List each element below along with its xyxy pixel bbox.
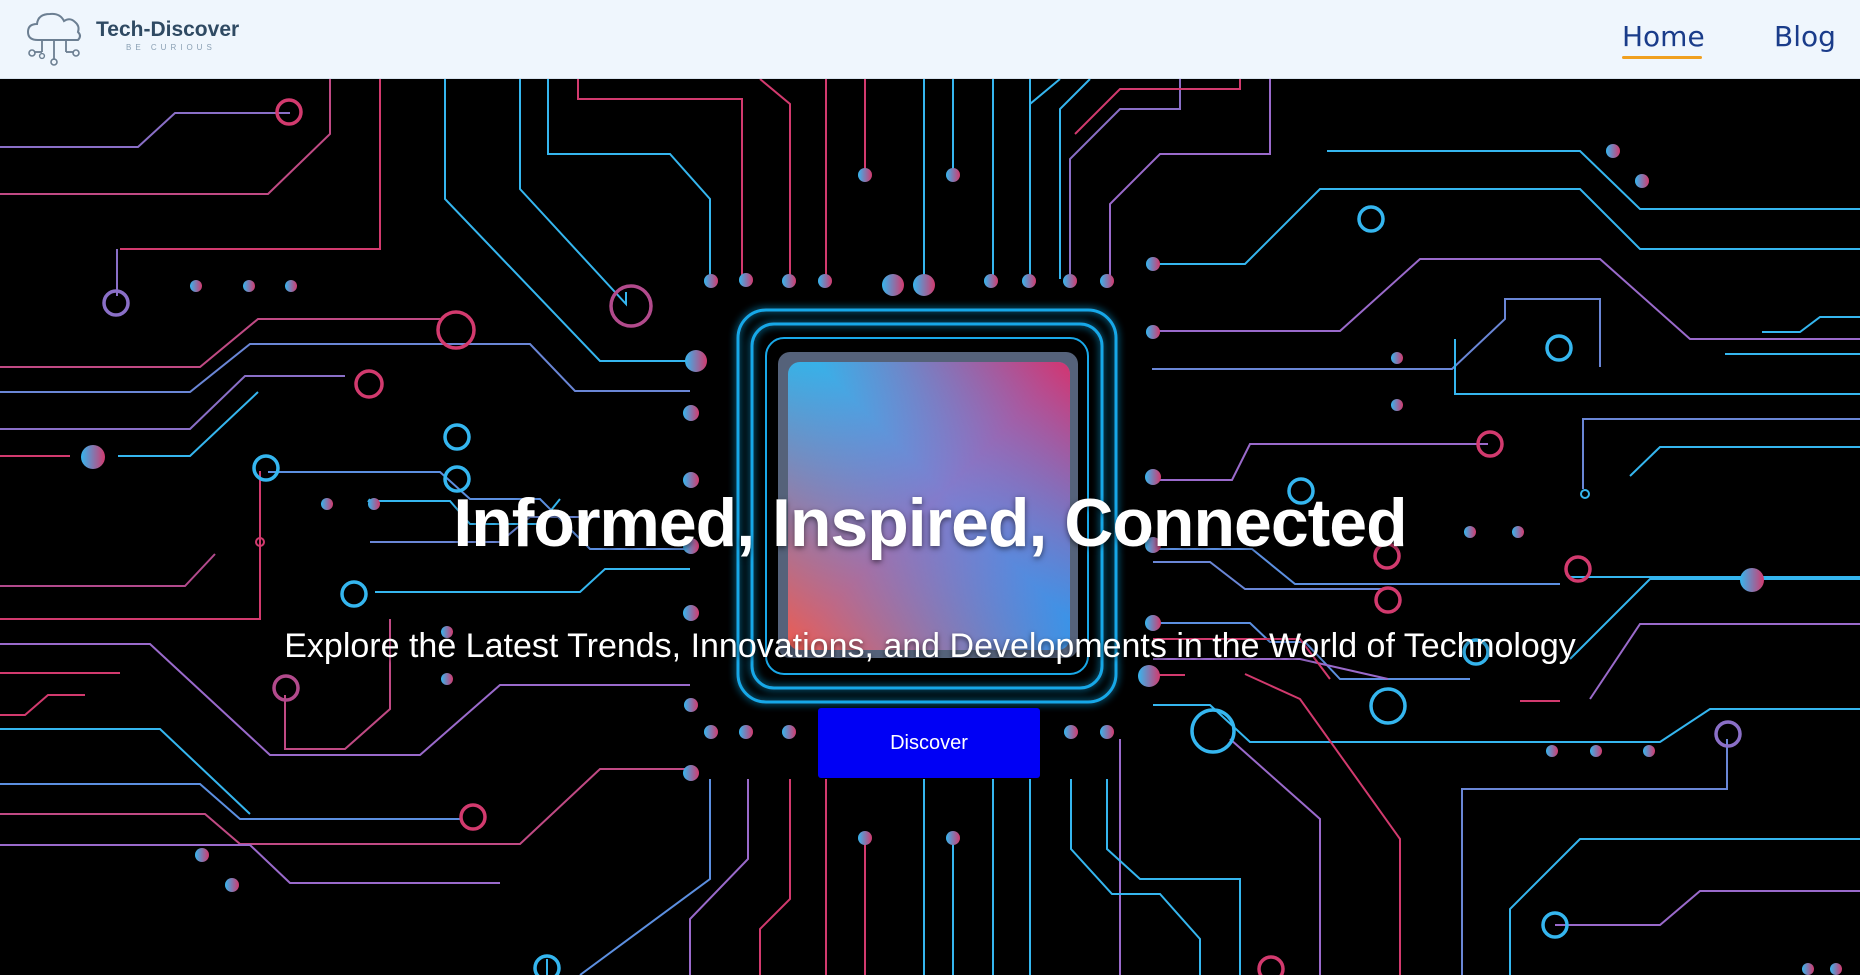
brand-tagline: BE CURIOUS: [126, 43, 216, 52]
hero-subtitle: Explore the Latest Trends, Innovations, …: [284, 627, 1576, 665]
nav-link-home[interactable]: Home: [1622, 18, 1705, 56]
hero-title: Informed, Inspired, Connected: [453, 485, 1407, 561]
brand-name: Tech-Discover: [96, 18, 240, 41]
hero-section: Informed, Inspired, Connected Explore th…: [0, 79, 1860, 975]
nav-link-blog[interactable]: Blog: [1774, 18, 1836, 56]
top-navbar: Tech-Discover BE CURIOUS Home Blog: [0, 0, 1860, 79]
brand-logo-link[interactable]: Tech-Discover BE CURIOUS: [24, 6, 264, 68]
nav-home-active-underline: [1622, 56, 1702, 59]
cloud-network-icon: [26, 12, 81, 66]
discover-button[interactable]: Discover: [818, 708, 1040, 778]
